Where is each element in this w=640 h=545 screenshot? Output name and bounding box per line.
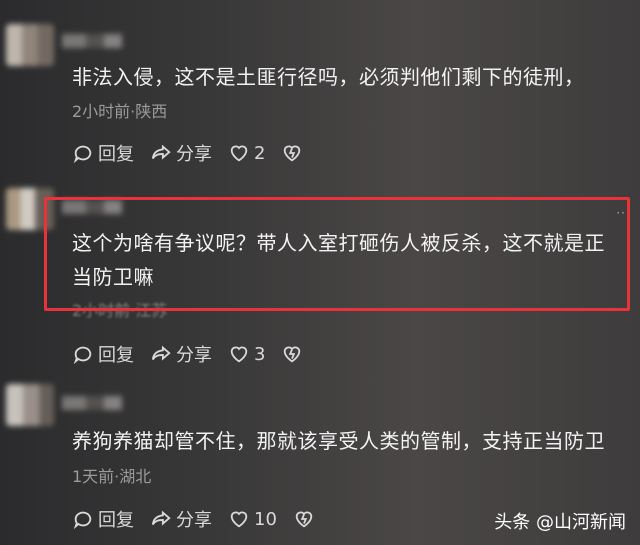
comment-actions: 回复 分享 2 <box>72 140 323 166</box>
avatar[interactable] <box>6 384 54 426</box>
share-icon <box>150 508 172 530</box>
dislike-button[interactable] <box>293 508 319 530</box>
share-icon <box>150 343 172 365</box>
watermark: 头条 @山河新闻 <box>494 512 626 533</box>
share-label: 分享 <box>176 144 212 165</box>
share-button[interactable]: 分享 <box>150 506 212 532</box>
like-count: 2 <box>254 142 266 164</box>
like-icon <box>228 508 250 530</box>
share-label: 分享 <box>176 510 212 531</box>
avatar[interactable] <box>6 24 54 66</box>
like-count: 3 <box>254 343 266 365</box>
reply-icon <box>72 343 94 365</box>
reply-label: 回复 <box>98 144 134 165</box>
share-button[interactable]: 分享 <box>150 341 212 367</box>
username[interactable] <box>62 396 122 410</box>
comment-text: 养狗养猫却管不住，那就该享受人类的管制，支持正当防卫 <box>72 429 605 453</box>
like-button[interactable]: 3 <box>228 343 265 365</box>
like-count: 10 <box>254 508 277 530</box>
dislike-icon <box>281 142 303 164</box>
comment-actions: 回复 分享 3 <box>72 341 323 367</box>
reply-icon <box>72 508 94 530</box>
like-icon <box>228 142 250 164</box>
reply-button[interactable]: 回复 <box>72 341 134 367</box>
comment-meta: 1天前·湖北 <box>72 467 152 486</box>
dislike-button[interactable] <box>281 142 307 164</box>
reply-label: 回复 <box>98 510 134 531</box>
reply-button[interactable]: 回复 <box>72 506 134 532</box>
share-button[interactable]: 分享 <box>150 140 212 166</box>
dislike-button[interactable] <box>281 343 307 365</box>
reply-button[interactable]: 回复 <box>72 140 134 166</box>
like-icon <box>228 343 250 365</box>
reply-label: 回复 <box>98 345 134 366</box>
share-label: 分享 <box>176 345 212 366</box>
like-button[interactable]: 10 <box>228 508 277 530</box>
dislike-icon <box>281 343 303 365</box>
like-button[interactable]: 2 <box>228 142 265 164</box>
comment-text: 非法入侵，这不是土匪行径吗，必须判他们剩下的徒刑， <box>72 65 585 89</box>
username[interactable] <box>62 34 122 48</box>
reply-icon <box>72 142 94 164</box>
highlight-box <box>44 197 630 311</box>
dislike-icon <box>293 508 315 530</box>
share-icon <box>150 142 172 164</box>
comment-meta: 2小时前·陕西 <box>72 102 168 121</box>
comment-actions: 回复 分享 10 <box>72 506 335 532</box>
